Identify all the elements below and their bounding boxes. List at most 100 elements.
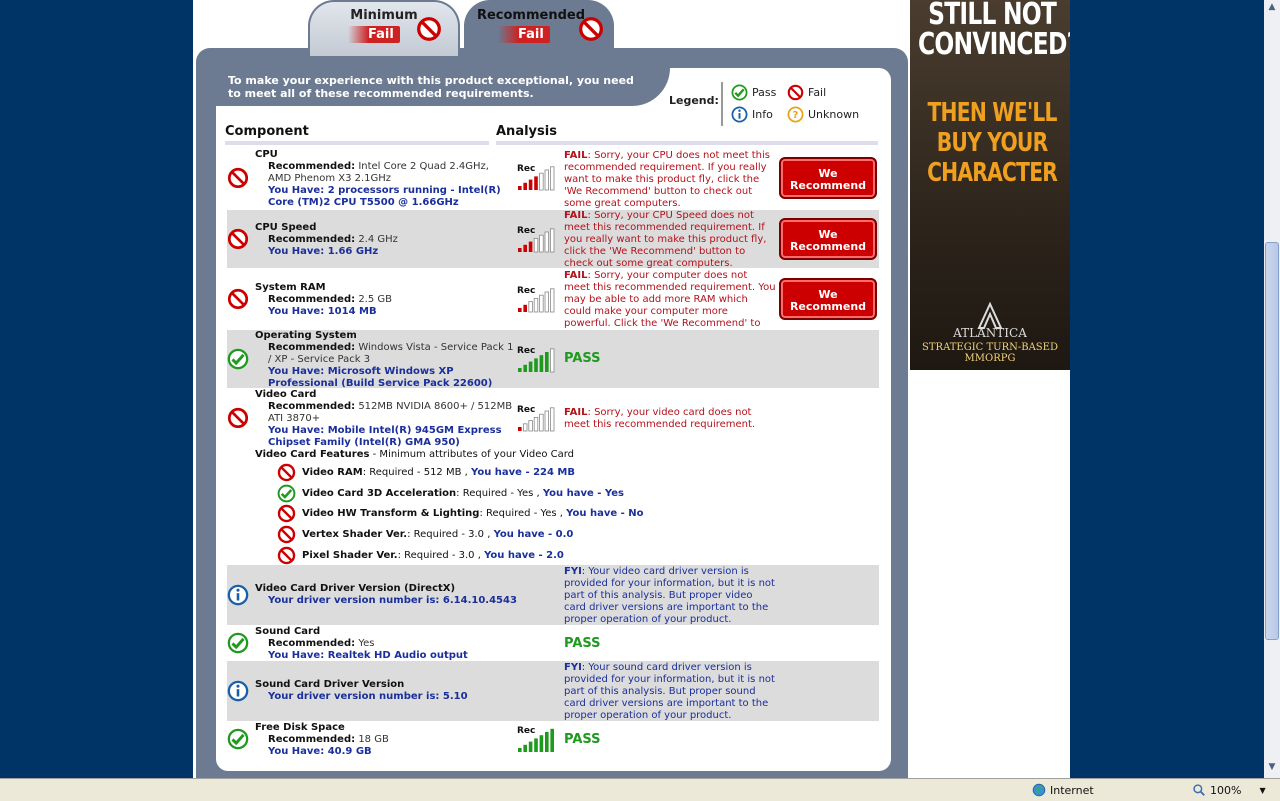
tab-minimum[interactable]: Minimum Fail: [308, 0, 460, 56]
advertisement-banner[interactable]: STILL NOT CONVINCED? THEN WE'LL BUY YOUR…: [910, 0, 1070, 370]
fail-icon: [227, 228, 249, 250]
meter-bar: [533, 297, 539, 313]
fail-icon: [277, 546, 296, 565]
meter-bar: [528, 420, 533, 432]
meter-bar: [533, 416, 539, 432]
analysis-message: FYI: Your video card driver version is p…: [564, 566, 775, 625]
fail-icon: [277, 504, 296, 523]
meter-bar: [545, 352, 549, 372]
video-card-features-heading: Video Card Features - Minimum attributes…: [255, 449, 575, 460]
component-info: Sound Card Recommended: Yes You Have: Re…: [255, 626, 517, 662]
component-info: Sound Card Driver Version Your driver ve…: [255, 679, 517, 703]
component-name: Sound Card Driver Version: [255, 679, 405, 690]
meter-bar: [518, 427, 522, 431]
driver-version-text: Your driver version number is: 5.10: [268, 691, 468, 702]
svg-text:Rec: Rec: [517, 405, 535, 415]
pass-result: PASS: [564, 732, 601, 747]
meter-bar: [550, 288, 555, 313]
zoom-control[interactable]: 100% ▼: [1192, 783, 1266, 797]
meter-bar: [533, 237, 539, 253]
meter-bar: [550, 407, 555, 432]
legend: Pass Fail Info ? Unknown: [721, 82, 873, 126]
component-info: Video Card Driver Version (DirectX) Your…: [255, 583, 517, 607]
you-have-text: You Have: 40.9 GB: [268, 746, 372, 757]
meter-bar: [544, 291, 549, 313]
legend-info: Info: [731, 106, 773, 123]
ad-headline: STILL NOT CONVINCED?: [918, 0, 1070, 62]
meter-bar: [539, 735, 544, 752]
signal-meter-icon: Rec: [517, 726, 554, 752]
info-icon: [227, 584, 249, 606]
row-sound-card: Sound Card Recommended: Yes You Have: Re…: [227, 626, 879, 662]
meter-bar: [523, 244, 527, 252]
meter-bar: [550, 728, 554, 752]
column-header-analysis: Analysis: [496, 124, 878, 145]
tab-recommended[interactable]: Recommended Fail: [464, 0, 614, 56]
analysis-message: FAIL: Sorry, your CPU does not meet this…: [564, 150, 770, 209]
fail-icon: [417, 17, 441, 41]
browser-status-bar: Internet 100% ▼: [0, 778, 1280, 801]
svg-text:Rec: Rec: [517, 164, 535, 174]
ad-tagline: STRATEGIC TURN-BASED MMORPG: [922, 342, 1058, 364]
meter-bar: [545, 732, 549, 752]
analysis-message: FAIL: Sorry, your video card does not me…: [564, 407, 756, 430]
fail-icon: [579, 17, 603, 41]
row-operating-system: Operating System Recommended: Windows Vi…: [227, 330, 879, 389]
signal-meter-icon: Rec: [517, 164, 555, 191]
security-zone-label: Internet: [1050, 783, 1094, 797]
component-name: CPU Speed: [255, 222, 317, 233]
pass-result: PASS: [564, 351, 601, 366]
meter-bar: [518, 748, 522, 752]
magnifier-icon: [1193, 784, 1205, 796]
fail-icon: [277, 463, 296, 482]
row-cpu: CPU Recommended: Intel Core 2 Quad 2.4GH…: [227, 149, 879, 209]
feature-hw-transform-lighting: Video HW Transform & Lighting: Required …: [277, 504, 644, 523]
we-recommend-button-cpu[interactable]: We Recommend: [779, 157, 877, 199]
fail-icon: [227, 288, 249, 310]
globe-icon: [1032, 783, 1046, 797]
analysis-message: FYI: Your sound card driver version is p…: [564, 662, 775, 721]
component-name: Operating System: [255, 330, 357, 341]
component-name: Sound Card: [255, 626, 321, 637]
meter-bar: [518, 186, 522, 190]
scroll-up-icon[interactable]: ▲: [1265, 2, 1279, 16]
you-have-text: You Have: 1014 MB: [268, 306, 377, 317]
meter-bar: [539, 413, 544, 432]
recommended-text: Recommended: 512MB NVIDIA 8600+ / 512MB …: [268, 401, 513, 424]
legend-pass: Pass: [731, 84, 776, 101]
scroll-down-icon[interactable]: ▼: [1265, 762, 1279, 776]
row-system-ram: System RAM Recommended: 2.5 GB You Have:…: [227, 270, 879, 341]
meter-bar: [544, 231, 549, 253]
you-have-text: You Have: Microsoft Windows XP Professio…: [268, 366, 493, 389]
chevron-down-icon[interactable]: ▼: [1259, 786, 1265, 795]
recommended-text: Recommended: 2.4 GHz: [268, 234, 398, 245]
row-free-disk-space: Free Disk Space Recommended: 18 GB You H…: [227, 722, 879, 760]
signal-meter-icon: Rec: [517, 286, 555, 313]
recommended-text: Recommended: Windows Vista - Service Pac…: [268, 342, 514, 365]
meter-bar: [534, 176, 538, 190]
meter-bar: [518, 308, 522, 312]
we-recommend-button-ram[interactable]: We Recommend: [779, 278, 877, 320]
tab-recommended-status: Fail: [498, 26, 550, 43]
scroll-thumb[interactable]: [1265, 242, 1279, 640]
intro-text: To make your experience with this produc…: [228, 74, 634, 100]
meter-bar: [518, 368, 522, 372]
component-name: Video Card Driver Version (DirectX): [255, 583, 456, 594]
row-sound-driver: Sound Card Driver Version Your driver ve…: [227, 661, 879, 721]
fail-icon: [227, 407, 249, 429]
meter-bar: [534, 358, 538, 372]
meter-bar: [523, 423, 528, 432]
legend-pass-label: Pass: [752, 86, 777, 99]
meter-bar: [539, 294, 544, 313]
signal-meter-icon: Rec: [517, 405, 555, 432]
component-name: System RAM: [255, 282, 326, 293]
pass-icon: [227, 348, 249, 370]
component-info: Video Card Recommended: 512MB NVIDIA 860…: [255, 389, 519, 449]
fail-icon: [227, 167, 249, 189]
zoom-level: 100%: [1210, 783, 1242, 797]
meter-bar: [523, 364, 527, 372]
feature-pixel-shader: Pixel Shader Ver.: Required - 3.0 , You …: [277, 546, 564, 565]
fail-icon: [787, 84, 804, 101]
recommended-text: Recommended: Yes: [268, 638, 375, 649]
we-recommend-button-cpu-speed[interactable]: We Recommend: [779, 218, 877, 260]
